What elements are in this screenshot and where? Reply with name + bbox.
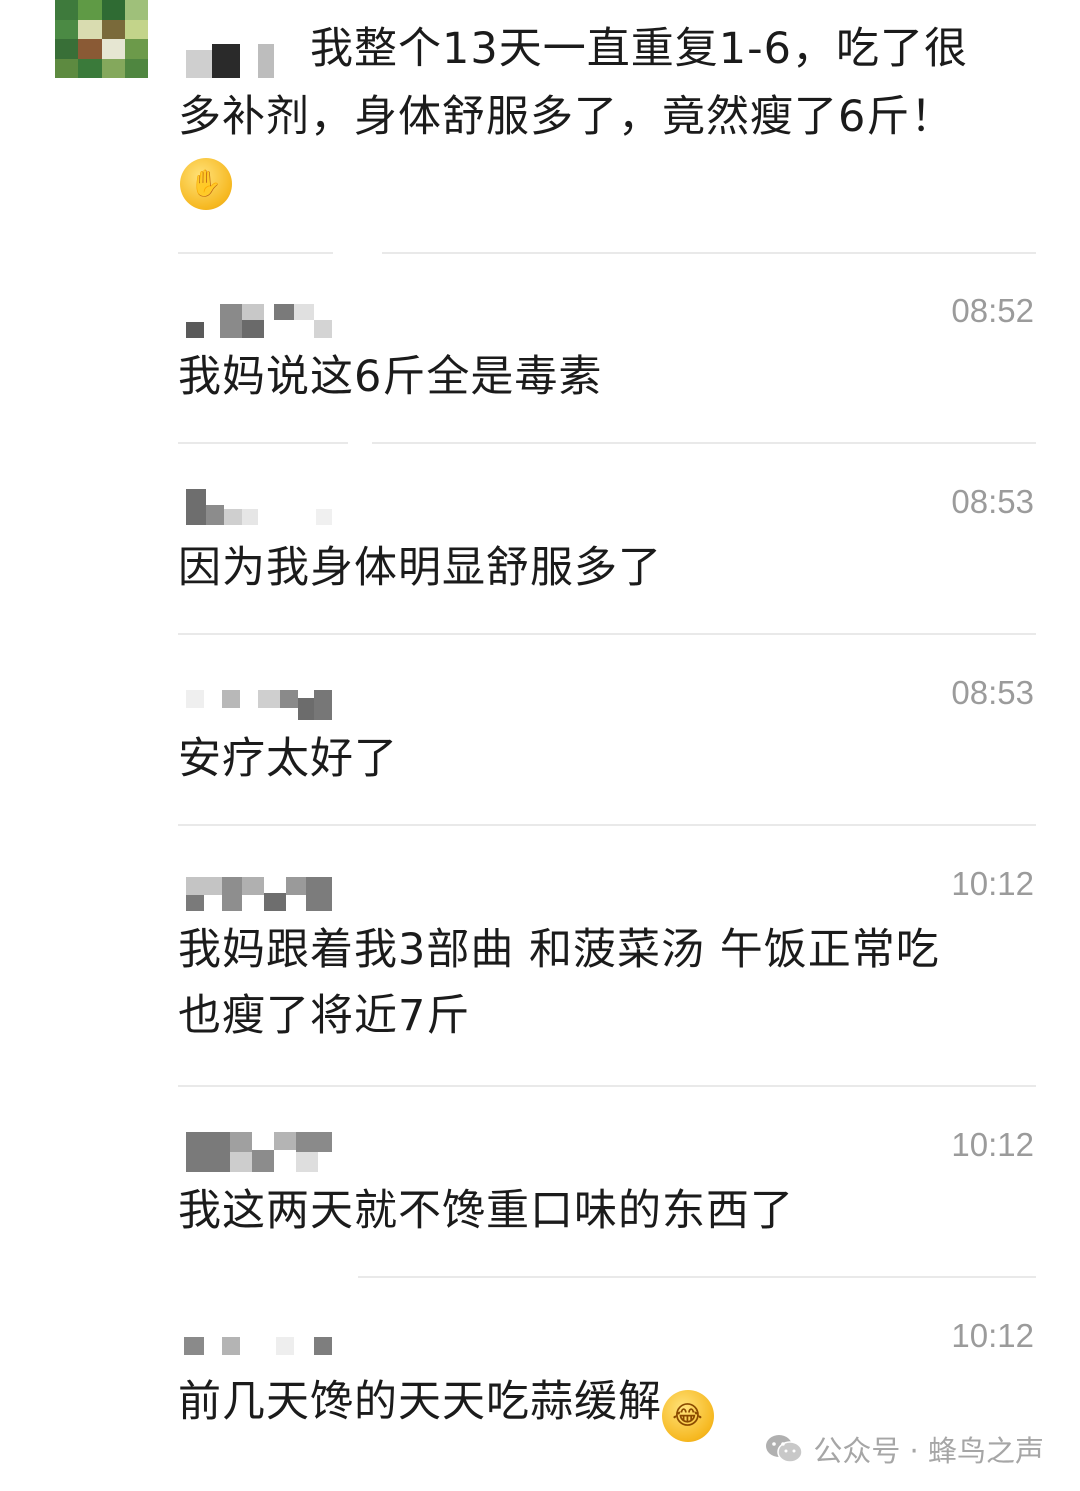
- comment-text: 安疗太好了: [178, 734, 398, 784]
- blurred-username: [178, 294, 338, 338]
- watermark: 公众号 · 蜂鸟之声: [765, 1428, 1044, 1470]
- comment-text: 因为我身体明显舒服多了: [178, 543, 662, 593]
- laughing-tears-emoji: 😂: [662, 1390, 714, 1442]
- blurred-username: [178, 40, 278, 80]
- comment-text-line1: 我妈跟着我3部曲 和菠菜汤 午饭正常吃: [178, 925, 940, 975]
- comment-text: 前几天馋的天天吃蒜缓解 😂: [178, 1369, 714, 1442]
- comment-timestamp: 10:12: [951, 1126, 1034, 1163]
- wechat-icon: [765, 1434, 804, 1464]
- comment-timestamp: 10:12: [951, 1317, 1034, 1354]
- comment-timestamp: 10:12: [951, 865, 1034, 902]
- comment-text-line2: 也瘦了将近7斤: [178, 991, 471, 1041]
- blurred-username: [178, 676, 338, 720]
- comment-timestamp: 08:53: [951, 483, 1034, 520]
- divider: [178, 442, 348, 444]
- divider: [178, 252, 333, 254]
- comment-text-line1: 我整个13天一直重复1-6，吃了很: [310, 24, 968, 74]
- divider: [178, 824, 1036, 826]
- comment-text: 我妈说这6斤全是毒素: [178, 352, 603, 402]
- divider: [178, 1085, 1036, 1087]
- blurred-username: [178, 867, 338, 911]
- divider: [372, 442, 1036, 444]
- divider: [178, 633, 1036, 635]
- face-palm-emoji: ✋: [180, 158, 232, 210]
- watermark-label: 公众号 · 蜂鸟之声: [813, 1434, 1044, 1468]
- blurred-username: [178, 1319, 338, 1359]
- divider: [382, 252, 1036, 254]
- comment-text: 我这两天就不馋重口味的东西了: [178, 1186, 794, 1236]
- comment-text-line2: 多补剂，身体舒服多了，竟然瘦了6斤！: [178, 92, 955, 142]
- comment-timestamp: 08:53: [951, 674, 1034, 711]
- avatar[interactable]: [55, 0, 148, 78]
- blurred-username: [178, 1128, 338, 1172]
- comment-timestamp: 08:52: [951, 292, 1034, 329]
- blurred-username: [178, 485, 338, 525]
- divider: [358, 1276, 1036, 1278]
